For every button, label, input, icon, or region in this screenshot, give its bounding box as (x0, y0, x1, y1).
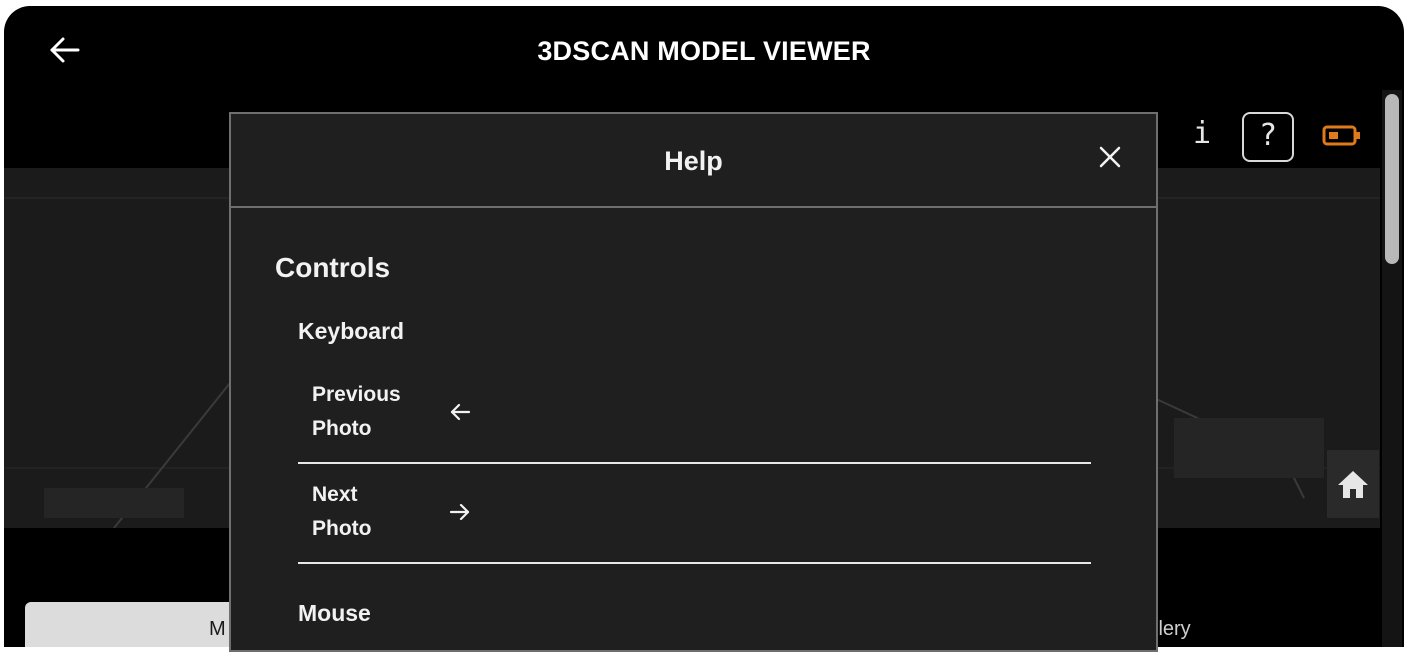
battery-icon (1322, 125, 1360, 146)
dialog-header: Help (231, 114, 1156, 208)
tab-model-label: M (209, 618, 226, 640)
scrollbar-thumb[interactable] (1385, 94, 1399, 264)
tab-model[interactable]: M (25, 602, 245, 647)
help-dialog: Help Controls Keyboard Previous Photo Ne… (229, 112, 1158, 652)
shortcut-label-line1: Next (312, 483, 358, 506)
shortcut-label-line2: Photo (312, 517, 372, 540)
battery-button[interactable] (1322, 120, 1362, 150)
close-button[interactable] (1095, 142, 1125, 172)
shortcut-label-line2: Photo (312, 417, 372, 440)
shortcut-label: Next Photo (312, 478, 422, 546)
tab-gallery[interactable]: llery (1154, 614, 1274, 647)
mouse-heading: Mouse (298, 600, 371, 626)
close-icon (1099, 146, 1121, 168)
page-scrollbar[interactable] (1382, 90, 1402, 647)
info-button[interactable]: i (1187, 116, 1217, 156)
dialog-title: Help (664, 146, 723, 176)
controls-heading: Controls (275, 252, 391, 283)
keyboard-shortcut-row: Next Photo (298, 464, 1091, 564)
help-button[interactable]: ? (1242, 112, 1294, 162)
top-bar: 3DSCAN MODEL VIEWER (4, 6, 1404, 96)
home-button[interactable] (1327, 450, 1379, 518)
app-title: 3DSCAN MODEL VIEWER (537, 36, 871, 66)
home-icon (1338, 471, 1368, 498)
shortcut-label: Previous Photo (312, 378, 422, 446)
keyboard-heading: Keyboard (298, 318, 405, 344)
tab-gallery-label: llery (1154, 618, 1191, 640)
shortcut-label-line1: Previous (312, 383, 401, 406)
arrow-right-icon (449, 503, 470, 521)
arrow-left-icon (450, 403, 471, 421)
keyboard-shortcut-row: Previous Photo (298, 364, 1091, 464)
